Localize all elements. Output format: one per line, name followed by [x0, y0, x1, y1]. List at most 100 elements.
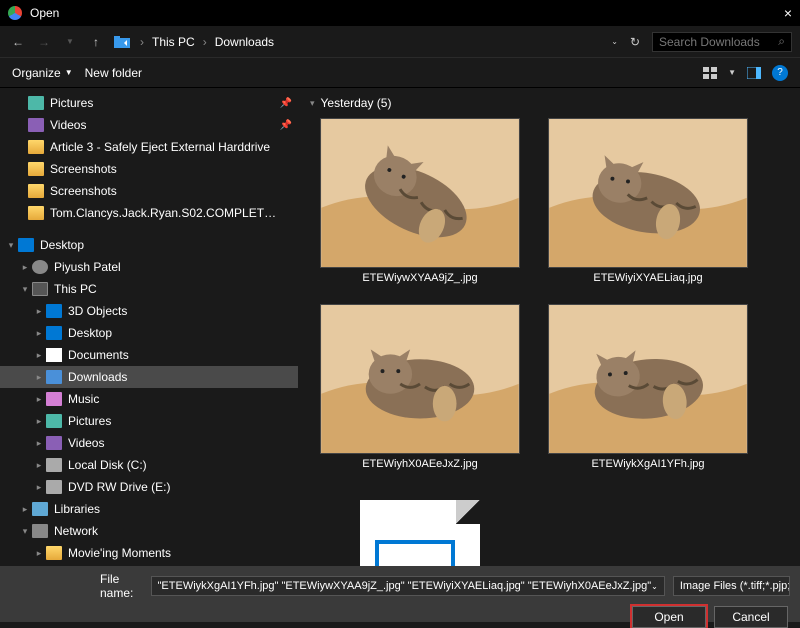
close-icon[interactable]: × [784, 5, 792, 21]
sidebar-label: Desktop [68, 326, 112, 340]
view-icon[interactable] [702, 65, 718, 81]
separator: › [203, 35, 207, 49]
help-icon[interactable]: ? [772, 65, 788, 81]
desktop-icon [18, 238, 34, 252]
down-icon [46, 370, 62, 384]
chevron-right-icon: ▸ [32, 482, 46, 493]
pictures-icon [46, 414, 62, 428]
sidebar-item[interactable]: Tom.Clancys.Jack.Ryan.S02.COMPLETE.720p.… [0, 202, 298, 224]
file-icon [360, 500, 480, 566]
chevron-right-icon: ▸ [32, 328, 46, 339]
folder-icon [112, 32, 132, 52]
sidebar-item[interactable]: Videos📌 [0, 114, 298, 136]
chevron-down-icon[interactable]: ⌄ [651, 582, 658, 591]
titlebar: Open × [0, 0, 800, 26]
search-placeholder: Search Downloads [659, 35, 760, 49]
file-type-filter[interactable]: Image Files (*.tiff;*.pjp;*.pjpeg;* ⌄ [673, 576, 790, 596]
sidebar-item[interactable]: Screenshots [0, 180, 298, 202]
sidebar-item[interactable]: ▸ Desktop [0, 322, 298, 344]
path-dropdown[interactable]: ⌄ [611, 37, 618, 46]
sidebar-network[interactable]: ▾ Network [0, 520, 298, 542]
pin-icon: 📌 [280, 98, 292, 109]
sidebar-label: Videos [68, 436, 104, 450]
footer: File name: "ETEWiykXgAI1YFh.jpg" "ETEWiy… [0, 566, 800, 622]
file-thumbnail[interactable]: ETEWiykXgAI1YFh.jpg [548, 304, 748, 470]
sidebar-label: Piyush Patel [54, 260, 121, 274]
sidebar-label: This PC [54, 282, 97, 296]
view-dropdown[interactable]: ▼ [728, 68, 736, 77]
thumbnail-image [548, 118, 748, 268]
open-button[interactable]: Open [632, 606, 706, 628]
sidebar-item[interactable]: ▸Music [0, 388, 298, 410]
chevron-down-icon: ▾ [310, 98, 315, 109]
disk-icon [46, 458, 62, 472]
sidebar-label: Videos [50, 118, 86, 132]
cancel-button[interactable]: Cancel [714, 606, 788, 628]
sidebar-item[interactable]: ▸ Local Disk (C:) [0, 454, 298, 476]
chevron-down-icon: ▾ [4, 240, 18, 251]
sidebar-label: Local Disk (C:) [68, 458, 147, 472]
sidebar-label: Pictures [68, 414, 111, 428]
chevron-right-icon: ▸ [32, 372, 46, 383]
sidebar-item[interactable]: Pictures📌 [0, 92, 298, 114]
content-area: ▾ Yesterday (5) ETEWiywXYAA9jZ_.jpg ETEWi… [298, 88, 800, 566]
chevron-down-icon: ▾ [18, 284, 32, 295]
filter-value: Image Files (*.tiff;*.pjp;*.pjpeg;* [680, 580, 790, 592]
chevron-right-icon: ▸ [32, 460, 46, 471]
videos-icon [28, 118, 44, 132]
sidebar-desktop[interactable]: ▾ Desktop [0, 234, 298, 256]
sidebar-item[interactable]: ▸Pictures [0, 410, 298, 432]
sidebar-item[interactable]: ▸DVD RW Drive (E:) [0, 476, 298, 498]
sidebar-item[interactable]: ▸Documents [0, 344, 298, 366]
sidebar-item[interactable]: Screenshots [0, 158, 298, 180]
filename-label: File name: [100, 572, 143, 600]
recent-dropdown[interactable]: ▼ [60, 32, 80, 52]
toolbar: Organize ▼ New folder ▼ ? [0, 58, 800, 88]
breadcrumb-thispc[interactable]: This PC [152, 35, 195, 49]
sidebar-label: Movie'ing Moments [68, 546, 171, 560]
forward-button[interactable]: → [34, 32, 54, 52]
music-icon [46, 392, 62, 406]
chevron-down-icon: ▼ [65, 68, 73, 77]
folder-yellow [28, 140, 44, 154]
search-icon: ⌕ [778, 34, 785, 49]
file-thumbnail[interactable]: ETEWiywXYAA9jZ_.jpg [320, 118, 520, 284]
folder-yellow [28, 184, 44, 198]
sidebar-item[interactable]: ▸Downloads [0, 366, 298, 388]
file-name: ETEWiyiXYAELiaq.jpg [593, 272, 702, 284]
sidebar-thispc[interactable]: ▾ This PC [0, 278, 298, 300]
sidebar-user[interactable]: ▸ Piyush Patel [0, 256, 298, 278]
sidebar-item[interactable]: ▸Movie'ing Moments [0, 542, 298, 564]
search-input[interactable]: Search Downloads ⌕ [652, 32, 792, 52]
up-button[interactable]: ↑ [86, 32, 106, 52]
disk-icon [46, 480, 62, 494]
file-thumbnail[interactable]: ETEWiyhX0AEeJxZ.jpg [320, 304, 520, 470]
pc-icon [32, 282, 48, 296]
sidebar-label: Tom.Clancys.Jack.Ryan.S02.COMPLETE.720p.… [50, 206, 280, 220]
filename-input[interactable]: "ETEWiykXgAI1YFh.jpg" "ETEWiywXYAA9jZ_.j… [151, 576, 665, 596]
nav-bar: ← → ▼ ↑ › This PC › Downloads ⌄ ↻ Search… [0, 26, 800, 58]
file-name: ETEWiyhX0AEeJxZ.jpg [362, 458, 478, 470]
sidebar-label: 3D Objects [68, 304, 127, 318]
sidebar-item[interactable]: ▸3D Objects [0, 300, 298, 322]
refresh-button[interactable]: ↻ [630, 35, 640, 49]
file-thumbnail[interactable]: ETEWiyiXYAELiaq.jpg [548, 118, 748, 284]
group-label: Yesterday (5) [321, 96, 392, 110]
user-icon [32, 260, 48, 274]
back-button[interactable]: ← [8, 32, 28, 52]
folder-yellow [28, 162, 44, 176]
organize-button[interactable]: Organize ▼ [12, 66, 73, 80]
sidebar: Pictures📌Videos📌Article 3 - Safely Eject… [0, 88, 298, 566]
sidebar-item[interactable]: Article 3 - Safely Eject External Harddr… [0, 136, 298, 158]
file-thumbnail[interactable] [320, 490, 520, 566]
chrome-icon [8, 6, 22, 20]
breadcrumb-downloads[interactable]: Downloads [215, 35, 274, 49]
sidebar-item[interactable]: ▸ScienceABC [0, 564, 298, 566]
sidebar-label: Music [68, 392, 99, 406]
new-folder-button[interactable]: New folder [85, 66, 142, 80]
sidebar-item[interactable]: ▸Videos [0, 432, 298, 454]
sidebar-libraries[interactable]: ▸ Libraries [0, 498, 298, 520]
group-header[interactable]: ▾ Yesterday (5) [310, 96, 788, 110]
file-name: ETEWiykXgAI1YFh.jpg [591, 458, 704, 470]
preview-pane-icon[interactable] [746, 65, 762, 81]
